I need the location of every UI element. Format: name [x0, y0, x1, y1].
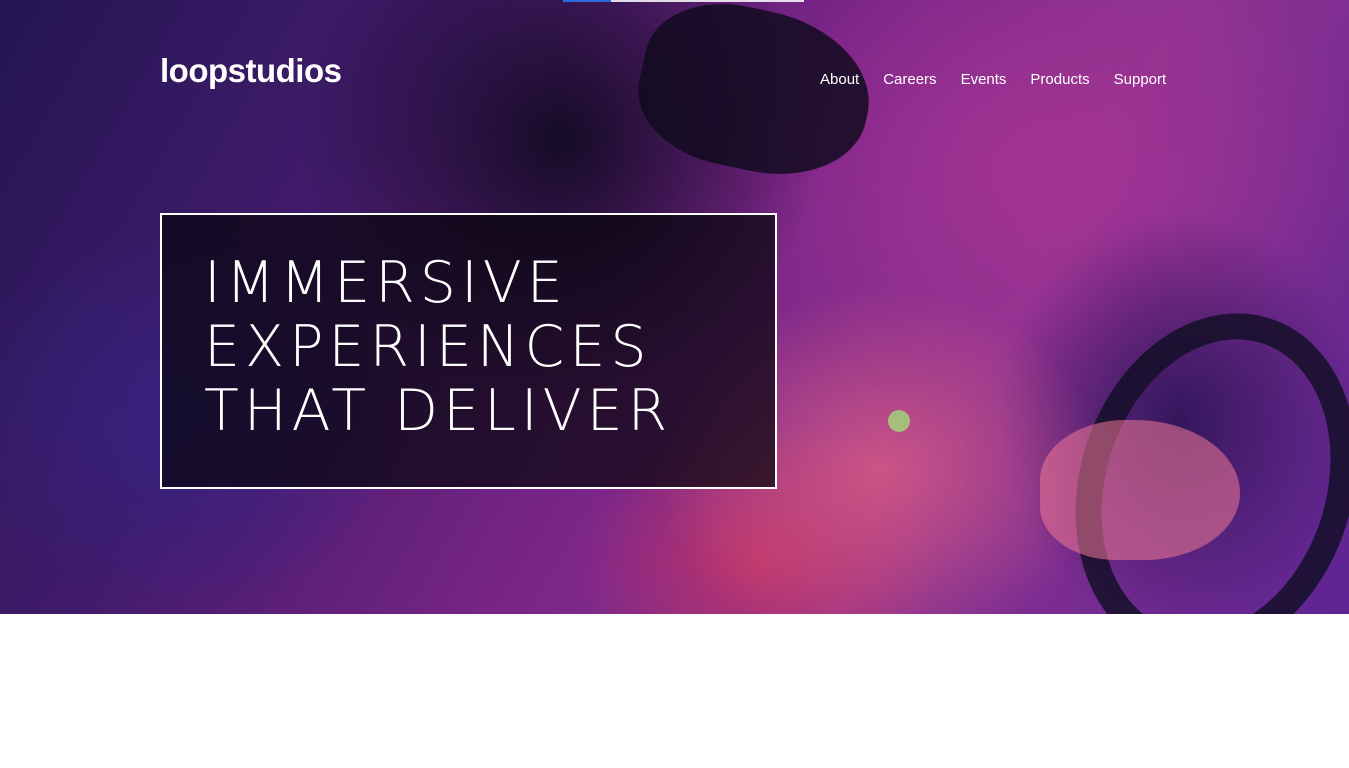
- hero-headline-box: IMMERSIVE EXPERIENCES THAT DELIVER: [160, 213, 777, 489]
- hero-image-headset: [625, 0, 885, 193]
- main-nav: About Careers Events Products Support: [820, 70, 1166, 90]
- nav-item-events[interactable]: Events: [961, 70, 1007, 90]
- top-scroll-indicator-accent: [563, 0, 611, 2]
- hero-image-hand: [1040, 420, 1240, 560]
- nav-item-products[interactable]: Products: [1030, 70, 1089, 90]
- nav-item-careers[interactable]: Careers: [883, 70, 936, 90]
- nav-item-about[interactable]: About: [820, 70, 859, 90]
- nav-item-support[interactable]: Support: [1114, 70, 1167, 90]
- hero-image-light: [888, 410, 910, 432]
- hero-headline: IMMERSIVE EXPERIENCES THAT DELIVER: [204, 250, 673, 444]
- top-scroll-indicator: [563, 0, 804, 2]
- logo[interactable]: loopstudios: [160, 52, 342, 90]
